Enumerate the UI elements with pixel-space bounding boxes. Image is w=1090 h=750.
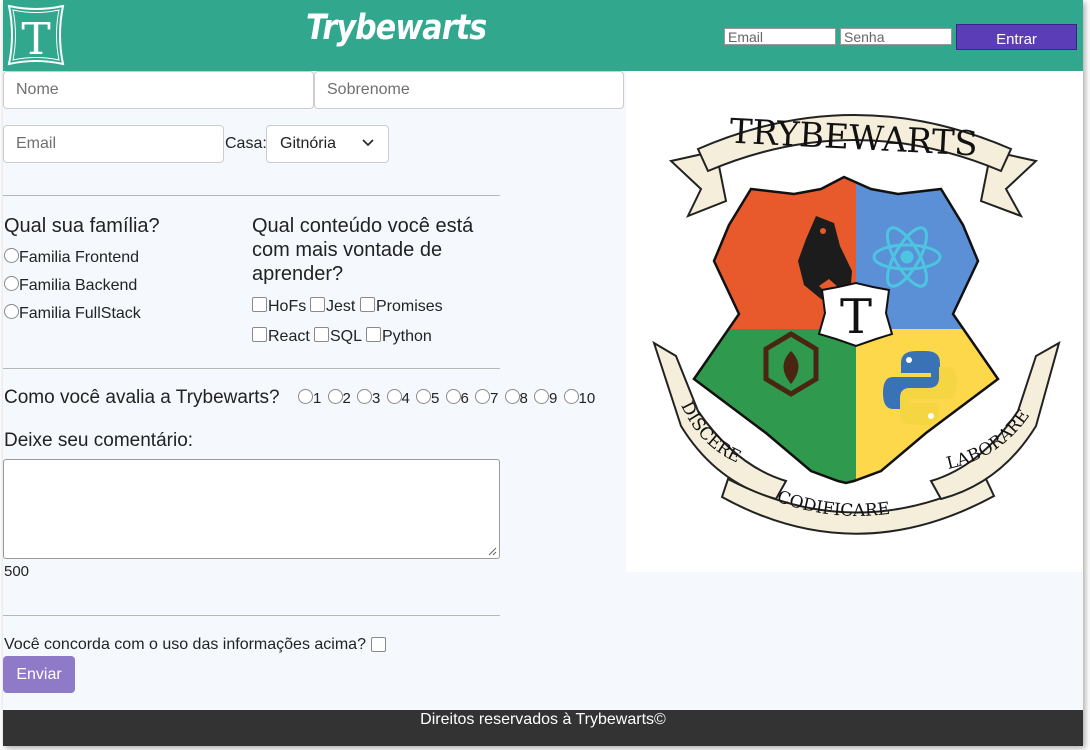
lastname-input[interactable] [314,71,624,109]
rating-radio-10[interactable] [563,389,579,404]
house-selected-value: Gitnória [280,135,337,152]
rating-radio-6[interactable] [445,389,461,404]
agreement-label: Você concorda com o uso das informações … [4,636,366,653]
rating-radio-7[interactable] [475,389,490,404]
rating-radio-1[interactable] [298,389,313,404]
content-heading-line-1: Qual conteúdo você está [252,215,474,237]
trybewarts-logo: T [7,4,65,66]
footer: Direitos reservados à Trybewarts© [3,710,1083,746]
subject-checkbox-python[interactable] [366,327,381,342]
family-radio-backend[interactable] [4,276,19,291]
subject-checkbox-react[interactable] [252,327,267,342]
rating-label-4: 4 [401,390,410,407]
house-label: Casa: [225,135,267,152]
content-heading-line-3: aprender? [252,263,344,285]
rating-radio-8[interactable] [504,389,520,404]
subject-label-jest: Jest [326,298,356,315]
login-password-input[interactable] [840,28,952,45]
char-counter: 500 [4,563,30,580]
site-title: Trybewarts [306,8,487,48]
rating-label-6: 6 [460,390,469,407]
agreement-checkbox[interactable] [371,637,386,652]
family-heading: Qual sua família? [4,215,160,237]
crest-center-letter: T [840,289,872,345]
subject-checkbox-jest[interactable] [310,297,325,312]
rating-label-9: 9 [549,390,558,407]
header: T Trybewarts Entrar [3,0,1083,71]
rating-label-8: 8 [519,390,528,407]
subject-checkbox-promises[interactable] [360,297,375,312]
comment-label: Deixe seu comentário: [4,430,194,451]
comment-textarea[interactable] [3,459,500,559]
subject-label-python: Python [382,328,432,345]
rating-radio-9[interactable] [534,389,549,404]
crest-panel: TRYBEWARTS T DISCERE CODIFICARE LABORARE [626,71,1083,572]
family-label-frontend: Familia Frontend [19,249,140,266]
rating-label-7: 7 [490,390,499,407]
rating-label-3: 3 [372,390,381,407]
rating-radio-5[interactable] [416,389,431,404]
divider [3,615,500,616]
submit-button[interactable]: Enviar [3,656,75,693]
rating-radio-3[interactable] [357,389,372,404]
rating-radio-4[interactable] [386,389,402,404]
app-window: T Trybewarts Entrar Casa: Gitnória Qual … [3,0,1083,746]
rating-radio-2[interactable] [327,389,343,404]
subject-label-react: React [268,328,310,345]
login-button[interactable]: Entrar [956,24,1077,50]
rating-label-2: 2 [342,390,351,407]
email-input[interactable] [3,125,224,163]
rating-label-5: 5 [431,390,440,407]
name-input[interactable] [3,71,314,109]
content-heading-line-2: com mais vontade de [252,239,443,261]
family-label-backend: Familia Backend [19,277,138,294]
subject-label-promises: Promises [376,298,443,315]
subject-label-sql: SQL [330,328,363,345]
svg-text:T: T [21,14,50,65]
subject-checkbox-sql[interactable] [314,327,329,342]
subject-checkbox-hofs[interactable] [252,297,267,312]
subject-label-hofs: HoFs [268,298,307,315]
divider [3,368,500,369]
family-radio-frontend[interactable] [4,248,19,263]
crest-title: TRYBEWARTS [729,112,979,165]
house-select[interactable]: Gitnória [266,125,389,163]
trybewarts-crest: TRYBEWARTS T DISCERE CODIFICARE LABORARE [652,112,1061,535]
divider [3,195,500,196]
family-label-fullstack: Familia FullStack [19,305,141,322]
chevron-down-icon [362,139,374,147]
family-radio-fullstack[interactable] [4,304,19,319]
rating-label: Como você avalia a Trybewarts? [4,387,280,408]
resize-grip-icon[interactable] [487,546,497,556]
login-email-input[interactable] [724,28,836,45]
rating-label-1: 1 [313,390,322,407]
rating-label-10: 10 [578,390,596,407]
